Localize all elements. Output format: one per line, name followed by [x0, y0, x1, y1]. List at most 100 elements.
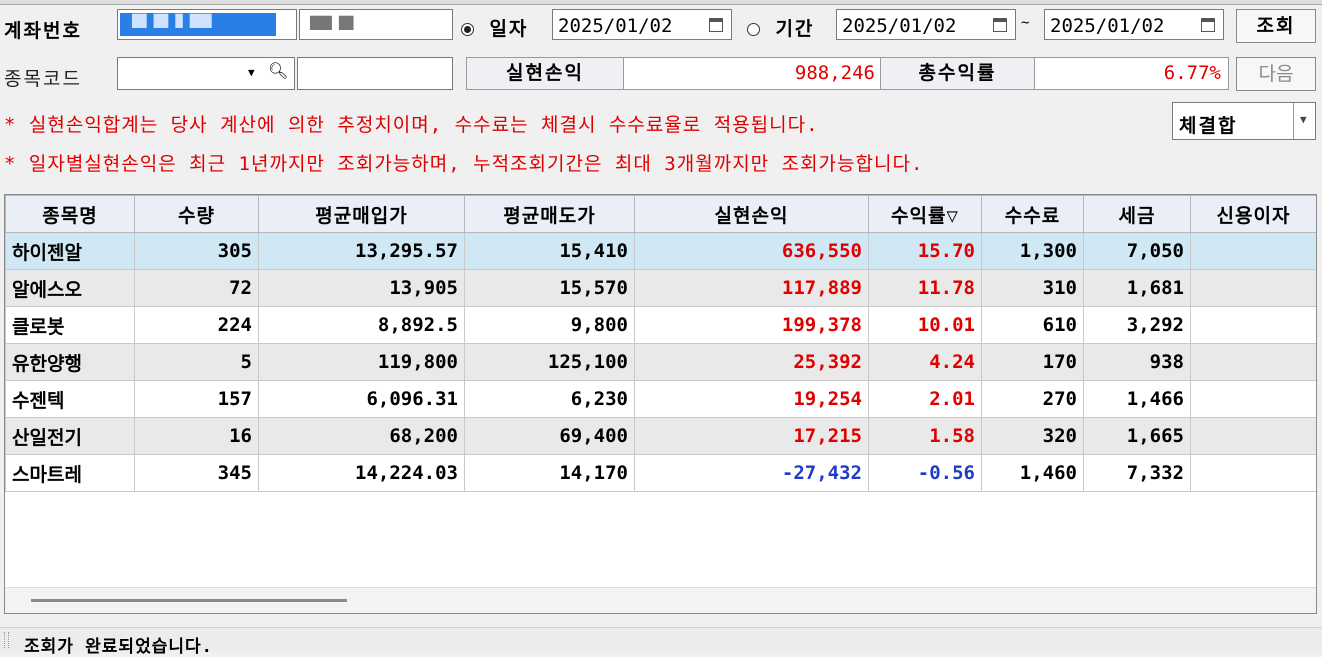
period-from-value: 2025/01/02: [842, 15, 957, 37]
single-date-input[interactable]: 2025/01/02: [552, 9, 732, 40]
cell-avg-sell: 69,400: [464, 417, 635, 455]
select-divider: [1293, 103, 1294, 139]
cell-profit: 25,392: [634, 343, 869, 381]
cell-tax: 3,292: [1083, 306, 1191, 344]
cell-fee: 310: [981, 269, 1084, 307]
cell-profit: 117,889: [634, 269, 869, 307]
results-table: 종목명 수량 평균매입가 평균매도가 실현손익 수익률▽ 수수료 세금 신용이자…: [5, 195, 1316, 492]
cell-avg-sell: 14,170: [464, 454, 635, 492]
cell-rate: 2.01: [868, 380, 982, 418]
basis-select-value: 체결합: [1179, 115, 1238, 137]
col-header-name[interactable]: 종목명: [5, 195, 135, 233]
search-icon[interactable]: 🔍︎: [268, 61, 288, 80]
calendar-icon[interactable]: [709, 18, 723, 32]
radio-period-label: 기간: [775, 18, 815, 40]
stock-name-input[interactable]: [297, 57, 453, 90]
account-name-field[interactable]: ███ ██: [299, 9, 453, 40]
cell-rate: 4.24: [868, 343, 982, 381]
cell-avg-buy: 8,892.5: [258, 306, 465, 344]
cell-qty: 72: [134, 269, 259, 307]
col-header-profit[interactable]: 실현손익: [634, 195, 869, 233]
col-header-qty[interactable]: 수량: [134, 195, 259, 233]
cell-interest: [1190, 380, 1316, 418]
table-row[interactable]: 산일전기 16 68,200 69,400 17,215 1.58 320 1,…: [5, 417, 1316, 455]
results-grid[interactable]: 종목명 수량 평균매입가 평균매도가 실현손익 수익률▽ 수수료 세금 신용이자…: [4, 194, 1317, 614]
cell-profit: -27,432: [634, 454, 869, 492]
status-bar: 조회가 완료되었습니다.: [0, 627, 1322, 657]
cell-interest: [1190, 306, 1316, 344]
basis-select[interactable]: 체결합 ▼: [1172, 102, 1316, 140]
radio-period-icon: [747, 23, 760, 36]
cell-tax: 7,050: [1083, 232, 1191, 270]
cell-name: 산일전기: [5, 417, 135, 455]
table-row[interactable]: 수젠텍 157 6,096.31 6,230 19,254 2.01 270 1…: [5, 380, 1316, 418]
realized-profit-label: 실현손익: [467, 58, 624, 89]
cell-fee: 1,460: [981, 454, 1084, 492]
realized-profit-value: 988,246: [794, 62, 875, 84]
next-button[interactable]: 다음: [1236, 57, 1316, 91]
col-header-avg-sell[interactable]: 평균매도가: [464, 195, 635, 233]
cell-fee: 610: [981, 306, 1084, 344]
cell-profit: 17,215: [634, 417, 869, 455]
total-return-label: 총수익률: [880, 58, 1035, 89]
table-row[interactable]: 유한양행 5 119,800 125,100 25,392 4.24 170 9…: [5, 343, 1316, 381]
col-header-interest[interactable]: 신용이자: [1190, 195, 1316, 233]
cell-qty: 224: [134, 306, 259, 344]
cell-avg-sell: 6,230: [464, 380, 635, 418]
cell-avg-buy: 13,295.57: [258, 232, 465, 270]
col-header-rate[interactable]: 수익률▽: [868, 195, 982, 233]
col-header-avg-buy[interactable]: 평균매입가: [258, 195, 465, 233]
scrollbar-thumb[interactable]: [31, 599, 347, 602]
cell-avg-sell: 9,800: [464, 306, 635, 344]
single-date-value: 2025/01/02: [558, 15, 673, 37]
cell-tax: 1,466: [1083, 380, 1191, 418]
cell-name: 알에스오: [5, 269, 135, 307]
cell-avg-sell: 125,100: [464, 343, 635, 381]
cell-avg-sell: 15,410: [464, 232, 635, 270]
cell-tax: 1,681: [1083, 269, 1191, 307]
cell-name: 스마트레: [5, 454, 135, 492]
query-button[interactable]: 조회: [1236, 9, 1316, 43]
radio-date-icon: [461, 23, 474, 36]
cell-interest: [1190, 343, 1316, 381]
account-number-value: ██ ██ █ ███: [132, 14, 212, 28]
cell-interest: [1190, 454, 1316, 492]
radio-date-label: 일자: [489, 18, 529, 40]
total-return-value: 6.77%: [1163, 62, 1221, 84]
col-header-fee[interactable]: 수수료: [981, 195, 1084, 233]
cell-rate: 15.70: [868, 232, 982, 270]
horizontal-scrollbar[interactable]: [5, 587, 1316, 613]
col-header-tax[interactable]: 세금: [1083, 195, 1191, 233]
cell-fee: 170: [981, 343, 1084, 381]
cell-profit: 636,550: [634, 232, 869, 270]
cell-interest: [1190, 269, 1316, 307]
status-message: 조회가 완료되었습니다.: [24, 637, 213, 657]
cell-interest: [1190, 417, 1316, 455]
table-row[interactable]: 클로봇 224 8,892.5 9,800 199,378 10.01 610 …: [5, 306, 1316, 344]
cell-profit: 199,378: [634, 306, 869, 344]
stock-code-input[interactable]: ▼ 🔍︎: [117, 57, 295, 90]
calendar-icon[interactable]: [1201, 18, 1215, 32]
account-label: 계좌번호: [4, 20, 82, 42]
period-separator: ~: [1021, 15, 1030, 31]
cell-rate: 11.78: [868, 269, 982, 307]
account-name-value: ███ ██: [310, 16, 354, 30]
account-number-field[interactable]: ██ ██ █ ███: [117, 9, 297, 40]
cell-rate: 1.58: [868, 417, 982, 455]
period-from-input[interactable]: 2025/01/02: [836, 9, 1016, 40]
period-to-input[interactable]: 2025/01/02: [1044, 9, 1224, 40]
cell-qty: 345: [134, 454, 259, 492]
table-row[interactable]: 하이젠알 305 13,295.57 15,410 636,550 15.70 …: [5, 232, 1316, 270]
radio-period-option[interactable]: 기간: [747, 14, 814, 41]
notice-query-period: * 일자별실현손익은 최근 1년까지만 조회가능하며, 누적조회기간은 최대 3…: [4, 153, 924, 175]
calendar-icon[interactable]: [993, 18, 1007, 32]
cell-qty: 157: [134, 380, 259, 418]
dropdown-arrow-icon[interactable]: ▼: [248, 66, 255, 79]
cell-qty: 5: [134, 343, 259, 381]
tab-strip: [0, 0, 1322, 5]
radio-date-option[interactable]: 일자: [461, 14, 528, 41]
cell-avg-buy: 14,224.03: [258, 454, 465, 492]
table-row[interactable]: 스마트레 345 14,224.03 14,170 -27,432 -0.56 …: [5, 454, 1316, 492]
table-row[interactable]: 알에스오 72 13,905 15,570 117,889 11.78 310 …: [5, 269, 1316, 307]
cell-name: 수젠텍: [5, 380, 135, 418]
